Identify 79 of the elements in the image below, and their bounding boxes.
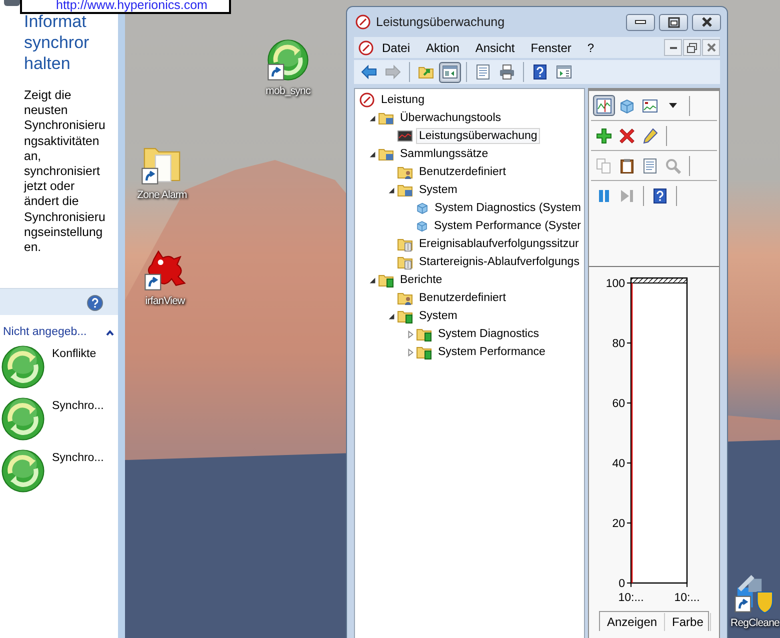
tree-item[interactable]: System <box>416 182 460 198</box>
expand-arrow-icon[interactable] <box>368 276 377 284</box>
tree-item[interactable]: System Diagnostics (System <box>432 200 584 216</box>
tree-item[interactable]: Leistungsüberwachung <box>416 128 540 144</box>
expand-arrow-icon[interactable] <box>368 114 377 122</box>
tree-item[interactable]: Leistung <box>378 92 428 108</box>
tree-item[interactable]: System Performance <box>435 344 548 360</box>
tree-item[interactable]: Benutzerdefiniert <box>416 164 509 180</box>
sync-icon[interactable] <box>266 38 310 82</box>
tree-item[interactable]: System Performance (Syster <box>431 218 584 234</box>
minimize-button[interactable] <box>664 39 682 56</box>
tooltip-link[interactable]: http://www.hyperionics.com <box>56 0 208 15</box>
log-folder-icon <box>397 236 413 252</box>
window-title: Leistungsüberwachung <box>376 14 505 31</box>
menu-item[interactable]: Ansicht <box>467 38 523 56</box>
sync-icon <box>0 448 46 494</box>
tree-item[interactable]: Berichte <box>397 272 446 288</box>
tree-item[interactable]: Benutzerdefiniert <box>416 290 509 306</box>
close-icon <box>706 43 716 52</box>
x-tick-label: 10:... <box>618 592 644 604</box>
y-tick-label: 80 <box>612 338 625 350</box>
item-label[interactable]: Konflikte <box>52 346 96 364</box>
menu-item[interactable]: Aktion <box>418 38 468 56</box>
tree-item[interactable]: Ereignisablaufverfolgungssitzur <box>416 236 582 252</box>
sync-icon <box>0 396 46 442</box>
panel-description: Zeigt die neusten Synchronisierungsaktivitäten an, synchronisiert jetzt oder ändert die Synchronisierungseinstellungen. <box>24 88 106 256</box>
maximize-button[interactable] <box>659 14 688 30</box>
y-tick-label: 100 <box>606 278 625 290</box>
maximize-icon <box>668 16 680 28</box>
expand-arrow-icon[interactable] <box>387 186 396 194</box>
menu-item[interactable]: Fenster <box>522 38 580 56</box>
expand-arrow-icon[interactable] <box>387 312 396 320</box>
report-folder-icon <box>416 326 432 342</box>
tree-item[interactable]: System Diagnostics <box>435 326 542 342</box>
dial-icon <box>358 40 374 56</box>
close-icon <box>702 17 712 27</box>
report-folder-icon <box>416 344 432 360</box>
cube-icon <box>416 218 428 234</box>
icon-label[interactable]: RegCleane <box>730 616 780 632</box>
folder-icon <box>378 110 394 126</box>
tree-item[interactable]: Sammlungssätze <box>397 146 492 162</box>
item-label[interactable]: Synchro... <box>52 398 104 416</box>
x-tick-label: 10:... <box>674 592 700 604</box>
log-folder-icon <box>397 254 413 270</box>
cat-icon[interactable] <box>143 248 187 292</box>
group-header[interactable]: Nicht angegeb... <box>3 324 87 342</box>
user-folder-icon <box>397 164 413 180</box>
y-tick-label: 60 <box>612 398 625 410</box>
restore-button[interactable] <box>683 39 701 56</box>
folder-icon <box>378 146 394 162</box>
y-tick-label: 0 <box>618 578 625 590</box>
dial-icon <box>355 14 371 30</box>
menu-item[interactable]: Datei <box>374 38 418 56</box>
tree-item[interactable]: Startereignis-Ablaufverfolgungs <box>416 254 582 270</box>
folder-icon <box>397 182 413 198</box>
close-button[interactable] <box>692 14 721 30</box>
column-header[interactable]: Anzeigen <box>600 612 666 630</box>
sync-icon <box>0 344 46 390</box>
minimize-icon <box>635 20 646 24</box>
help-icon[interactable] <box>87 295 103 311</box>
expand-arrow-icon[interactable] <box>368 150 377 158</box>
cube-icon <box>416 200 429 216</box>
restore-icon <box>687 42 697 52</box>
monitor-icon <box>397 128 413 144</box>
panel-heading: Informat synchror halten <box>24 12 90 74</box>
tree-item[interactable]: Überwachungstools <box>397 110 504 126</box>
report-folder-icon <box>397 308 413 324</box>
user-folder-icon <box>397 290 413 306</box>
report-folder-icon <box>378 272 394 288</box>
minimize-icon <box>670 46 676 48</box>
minimize-button[interactable] <box>626 14 655 30</box>
dial-icon <box>359 92 375 108</box>
y-tick-label: 20 <box>612 518 625 530</box>
chevron-icon[interactable] <box>105 328 115 338</box>
tree-item[interactable]: System <box>416 308 460 324</box>
item-label[interactable]: Synchro... <box>52 450 104 468</box>
column-header[interactable]: Farbe <box>665 612 712 630</box>
y-tick-label: 40 <box>612 458 625 470</box>
menu-item[interactable]: ? <box>579 38 602 56</box>
